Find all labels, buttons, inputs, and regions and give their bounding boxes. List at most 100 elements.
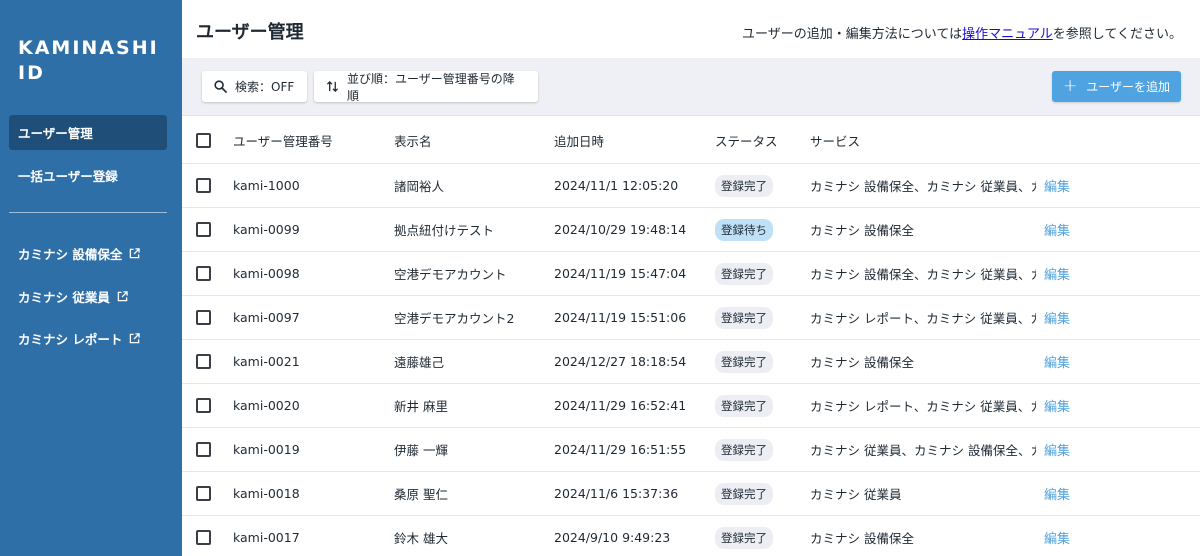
sort-label: 並び順：ユーザー管理番号の降順	[346, 71, 515, 103]
help-prefix: ユーザーの追加・編集方法については	[742, 27, 963, 42]
user-id: kami-0019	[233, 442, 300, 457]
column-header-service[interactable]: サービス	[810, 117, 1036, 163]
edit-cell: 編集	[1044, 164, 1084, 207]
added-date: 2024/9/10 9:49:23	[554, 530, 671, 545]
edit-cell: 編集	[1044, 384, 1084, 427]
status-cell: 登録完了	[715, 384, 805, 427]
row-checkbox-cell	[196, 516, 212, 556]
kaminashi-id-logo[interactable]: KAMINASHI ID	[18, 36, 159, 86]
row-checkbox-cell	[196, 252, 212, 295]
sort-button[interactable]: 並び順：ユーザー管理番号の降順	[314, 71, 538, 103]
edit-link[interactable]: 編集	[1044, 308, 1070, 327]
row-checkbox-cell	[196, 428, 212, 471]
search-toggle-label: 検索：OFF	[235, 80, 295, 94]
table-row: kami-1000 諸岡裕人 2024/11/1 12:05:20 登録完了 カミナシ …	[182, 164, 1200, 208]
user-id: kami-0018	[233, 486, 300, 501]
sidebar-link-label: カミナシ 従業員	[18, 290, 110, 305]
help-text: ユーザーの追加・編集方法については操作マニュアルを参照してください。	[742, 23, 1182, 42]
row-checkbox[interactable]	[196, 486, 211, 501]
sidebar-item-bulk-registration[interactable]: 一括ユーザー登録	[9, 158, 167, 193]
sidebar-link-label: カミナシ 設備保全	[18, 247, 123, 262]
row-checkbox[interactable]	[196, 354, 211, 369]
row-checkbox-cell	[196, 384, 212, 427]
table-row: kami-0019 伊藤 一輝 2024/11/29 16:51:55 登録完了 カミナ…	[182, 428, 1200, 472]
sidebar: KAMINASHI ID ユーザー管理 一括ユーザー登録 カミナシ 設備保全 カ…	[0, 0, 182, 556]
edit-link[interactable]: 編集	[1044, 528, 1070, 547]
row-checkbox-cell	[196, 208, 212, 251]
row-checkbox-cell	[196, 164, 212, 207]
table-row: kami-0097 空港デモアカウント2 2024/11/19 15:51:06 登録…	[182, 296, 1200, 340]
edit-link[interactable]: 編集	[1044, 484, 1070, 503]
service-list: カミナシ 設備保全、カミナシ 従業員、カミ	[810, 179, 1036, 194]
row-checkbox-cell	[196, 296, 212, 339]
added-date: 2024/12/27 18:18:54	[554, 354, 687, 369]
table-header-row: ユーザー管理番号 表示名 追加日時 ステータス サービス	[182, 117, 1200, 164]
edit-link[interactable]: 編集	[1044, 396, 1070, 415]
status-badge: 登録完了	[715, 306, 773, 329]
sidebar-link-employee[interactable]: カミナシ 従業員	[18, 287, 128, 306]
edit-link[interactable]: 編集	[1044, 352, 1070, 371]
column-header-status[interactable]: ステータス	[715, 117, 805, 163]
plus-icon: +	[1062, 76, 1078, 96]
row-checkbox[interactable]	[196, 178, 211, 193]
edit-link[interactable]: 編集	[1044, 220, 1070, 239]
column-header-date[interactable]: 追加日時	[554, 117, 709, 163]
edit-cell: 編集	[1044, 472, 1084, 515]
status-badge: 登録完了	[715, 350, 773, 373]
status-cell: 登録待ち	[715, 208, 805, 251]
external-link-icon	[130, 333, 141, 344]
sidebar-link-report[interactable]: カミナシ レポート	[18, 329, 141, 348]
page-title: ユーザー管理	[196, 22, 304, 43]
table-row: kami-0099 拠点紐付けテスト 2024/10/29 19:48:14 登録待ち…	[182, 208, 1200, 252]
display-name: 拠点紐付けテスト	[394, 223, 495, 238]
edit-cell: 編集	[1044, 428, 1084, 471]
status-badge: 登録完了	[715, 438, 773, 461]
status-badge: 登録完了	[715, 394, 773, 417]
status-badge: 登録完了	[715, 526, 773, 549]
row-checkbox-cell	[196, 472, 212, 515]
display-name: 伊藤 一輝	[394, 443, 448, 458]
column-header-id[interactable]: ユーザー管理番号	[233, 117, 383, 163]
status-badge: 登録完了	[715, 174, 773, 197]
row-checkbox[interactable]	[196, 530, 211, 545]
added-date: 2024/11/29 16:51:55	[554, 442, 687, 457]
select-all-checkbox[interactable]	[196, 132, 211, 148]
added-date: 2024/10/29 19:48:14	[554, 222, 687, 237]
sidebar-divider	[9, 212, 167, 213]
status-badge: 登録待ち	[715, 218, 773, 241]
user-id: kami-1000	[233, 178, 300, 193]
user-id: kami-0099	[233, 222, 300, 237]
row-checkbox[interactable]	[196, 442, 211, 457]
service-list: カミナシ レポート、カミナシ 従業員、カミ	[810, 399, 1036, 414]
edit-link[interactable]: 編集	[1044, 440, 1070, 459]
column-header-name[interactable]: 表示名	[394, 117, 544, 163]
sidebar-link-maintenance[interactable]: カミナシ 設備保全	[18, 244, 141, 263]
sidebar-item-user-management[interactable]: ユーザー管理	[9, 115, 167, 150]
help-suffix: を参照してください。	[1052, 27, 1182, 42]
row-checkbox[interactable]	[196, 310, 211, 325]
edit-link[interactable]: 編集	[1044, 264, 1070, 283]
edit-link[interactable]: 編集	[1044, 176, 1070, 195]
add-user-button[interactable]: + ユーザーを追加	[1052, 71, 1181, 102]
external-link-icon	[130, 248, 141, 259]
service-list: カミナシ 設備保全	[810, 223, 914, 238]
user-id: kami-0098	[233, 266, 300, 281]
edit-cell: 編集	[1044, 252, 1084, 295]
row-checkbox[interactable]	[196, 266, 211, 281]
manual-link[interactable]: 操作マニュアル	[962, 27, 1053, 42]
select-all-cell	[196, 117, 212, 163]
added-date: 2024/11/19 15:47:04	[554, 266, 687, 281]
search-toggle-button[interactable]: 検索：OFF	[202, 71, 307, 102]
row-checkbox-cell	[196, 340, 212, 383]
status-cell: 登録完了	[715, 340, 805, 383]
service-list: カミナシ 設備保全	[810, 355, 914, 370]
row-checkbox[interactable]	[196, 398, 211, 413]
row-checkbox[interactable]	[196, 222, 211, 237]
table-row: kami-0098 空港デモアカウント 2024/11/19 15:47:04 登録完…	[182, 252, 1200, 296]
table-row: kami-0021 遠藤雄己 2024/12/27 18:18:54 登録完了 カミナシ…	[182, 340, 1200, 384]
display-name: 空港デモアカウント	[394, 267, 507, 282]
status-cell: 登録完了	[715, 252, 805, 295]
service-list: カミナシ 従業員、カミナシ 設備保全、カミ	[810, 443, 1036, 458]
added-date: 2024/11/19 15:51:06	[554, 310, 687, 325]
service-list: カミナシ レポート、カミナシ 従業員、カミ	[810, 311, 1036, 326]
